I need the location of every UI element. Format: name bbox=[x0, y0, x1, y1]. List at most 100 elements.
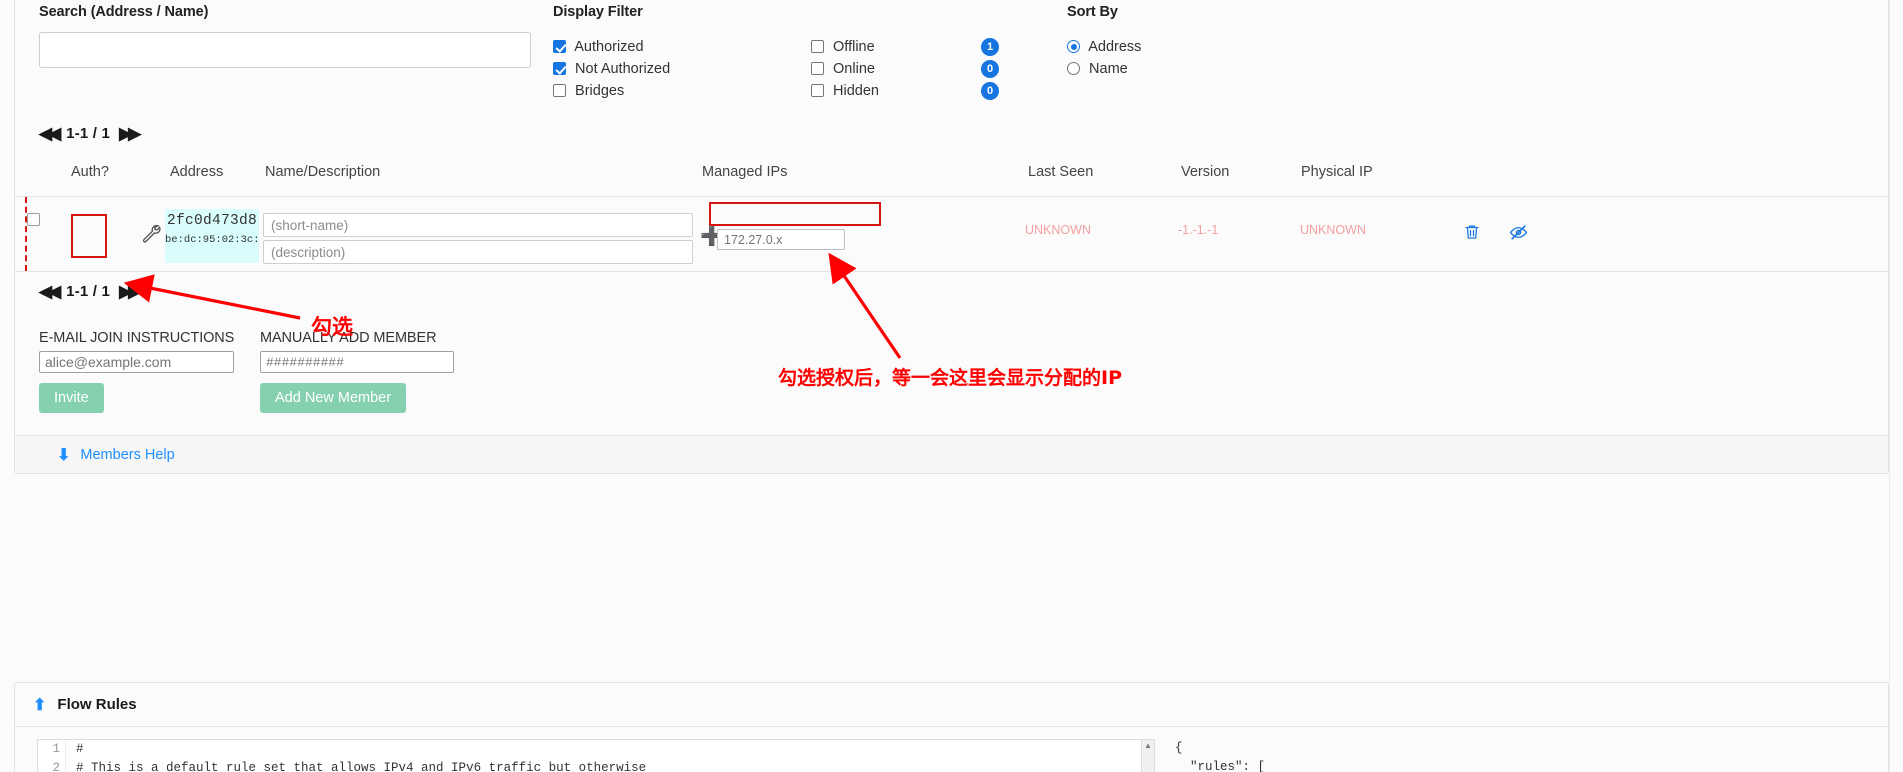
filter-offline[interactable]: Offline bbox=[811, 36, 875, 58]
managed-ip-input[interactable] bbox=[717, 229, 845, 250]
filter-bar: Search (Address / Name) Display Filter A… bbox=[15, 0, 1888, 114]
filter-row-2: Not Authorized Online 0 bbox=[553, 58, 1063, 80]
description-input[interactable] bbox=[263, 240, 693, 264]
flow-rules-editor[interactable]: 1 # 2 # This is a default rule set that al… bbox=[37, 739, 1155, 772]
annotation-label-1: 勾选 bbox=[311, 315, 353, 339]
manual-add-group: MANUALLY ADD MEMBER Add New Member bbox=[260, 330, 454, 413]
node-mac: be:dc:95:02:3c:c bbox=[165, 234, 259, 246]
members-help-link[interactable]: Members Help bbox=[80, 447, 174, 463]
filter-row-3: Bridges Hidden 0 bbox=[553, 80, 1063, 102]
flow-rules-panel: ⬆ Flow Rules 1 # 2 # This is a default rul… bbox=[14, 682, 1889, 772]
email-field[interactable] bbox=[39, 351, 234, 373]
online-count-badge: 0 bbox=[981, 60, 999, 78]
pagination-top: ◀◀ 1-1 / 1 ▶▶ bbox=[15, 114, 1888, 152]
filter-hidden[interactable]: Hidden bbox=[811, 80, 879, 102]
filter-online-checkbox[interactable] bbox=[811, 62, 824, 75]
annotation-label-2: 勾选授权后，等一会这里会显示分配的IP bbox=[778, 367, 1122, 389]
filter-hidden-checkbox[interactable] bbox=[811, 84, 824, 97]
pagination-bottom-text: 1-1 / 1 bbox=[66, 282, 111, 300]
email-label: E-MAIL JOIN INSTRUCTIONS bbox=[39, 330, 235, 346]
display-filter-section: Display Filter Authorized Offline 1 Not … bbox=[553, 4, 1063, 102]
display-filter-options: Authorized Offline 1 Not Authorized Onli… bbox=[553, 36, 1063, 102]
sort-by-name[interactable]: Name bbox=[1067, 58, 1367, 80]
json-line: "rules": [ bbox=[1175, 760, 1266, 772]
flow-rules-body: 1 # 2 # This is a default rule set that al… bbox=[15, 727, 1888, 772]
header-auth: Auth? bbox=[71, 164, 109, 180]
line-number: 2 bbox=[38, 759, 66, 772]
assigned-ip-highlight-box bbox=[709, 202, 881, 226]
down-arrow-icon: ⬇ bbox=[57, 446, 71, 464]
first-page-icon[interactable]: ◀◀ bbox=[39, 125, 61, 142]
hidden-count-badge: 0 bbox=[981, 82, 999, 100]
manual-add-label: MANUALLY ADD MEMBER bbox=[260, 330, 437, 346]
filter-offline-checkbox[interactable] bbox=[811, 40, 824, 53]
header-name-description: Name/Description bbox=[265, 164, 381, 180]
filter-row-1: Authorized Offline 1 bbox=[553, 36, 1063, 58]
filter-not-authorized[interactable]: Not Authorized bbox=[553, 58, 670, 80]
header-managed-ips: Managed IPs bbox=[702, 164, 788, 180]
filter-not-authorized-label: Not Authorized bbox=[575, 61, 671, 77]
members-help-bar: ⬇ Members Help bbox=[15, 435, 1888, 473]
email-invite-group: E-MAIL JOIN INSTRUCTIONS Invite bbox=[39, 330, 234, 413]
filter-hidden-label: Hidden bbox=[833, 83, 879, 99]
pagination-top-text: 1-1 / 1 bbox=[66, 124, 111, 142]
sort-by-name-radio[interactable] bbox=[1067, 62, 1080, 75]
editor-scrollbar[interactable] bbox=[1141, 740, 1154, 772]
line-text: # bbox=[76, 742, 84, 756]
sort-by-label: Sort By bbox=[1067, 4, 1118, 20]
filter-bridges[interactable]: Bridges bbox=[553, 80, 624, 102]
last-page-icon[interactable]: ▶▶ bbox=[119, 125, 141, 142]
sort-by-address[interactable]: Address bbox=[1067, 36, 1367, 58]
member-address-field[interactable] bbox=[260, 351, 454, 373]
address-cell: 2fc0d473d8 be:dc:95:02:3c:c bbox=[165, 209, 259, 263]
invite-button[interactable]: Invite bbox=[39, 383, 104, 413]
node-id: 2fc0d473d8 bbox=[166, 213, 257, 229]
search-section: Search (Address / Name) bbox=[39, 4, 539, 68]
members-panel: Search (Address / Name) Display Filter A… bbox=[14, 0, 1889, 474]
search-input[interactable] bbox=[39, 32, 531, 68]
code-line: 2 # This is a default rule set that allow… bbox=[38, 759, 1154, 772]
sort-by-name-label: Name bbox=[1089, 61, 1128, 77]
flow-rules-header[interactable]: ⬆ Flow Rules bbox=[15, 683, 1888, 727]
wrench-icon[interactable] bbox=[141, 223, 161, 243]
json-line: { bbox=[1175, 741, 1183, 755]
auth-checkbox[interactable] bbox=[27, 213, 40, 226]
trash-icon[interactable] bbox=[1463, 223, 1481, 246]
header-address: Address bbox=[170, 164, 224, 180]
code-line: 1 # bbox=[38, 740, 1154, 759]
physical-ip-value: UNKNOWN bbox=[1300, 223, 1366, 237]
flow-rules-title: Flow Rules bbox=[57, 696, 137, 713]
first-page-icon-bottom[interactable]: ◀◀ bbox=[39, 283, 61, 300]
row-highlight-marker bbox=[25, 197, 27, 271]
short-name-input[interactable] bbox=[263, 213, 693, 237]
filter-online[interactable]: Online bbox=[811, 58, 875, 80]
filter-not-authorized-checkbox[interactable] bbox=[553, 62, 566, 75]
sort-by-options: Address Name bbox=[1067, 36, 1367, 80]
last-page-icon-bottom[interactable]: ▶▶ bbox=[119, 283, 141, 300]
up-arrow-icon: ⬆ bbox=[33, 696, 47, 714]
members-table: Auth? Address Name/Description Managed I… bbox=[15, 152, 1888, 272]
filter-offline-label: Offline bbox=[833, 39, 875, 55]
display-filter-label: Display Filter bbox=[553, 4, 643, 20]
filter-authorized[interactable]: Authorized bbox=[553, 36, 644, 58]
members-page: Search (Address / Name) Display Filter A… bbox=[0, 0, 1903, 772]
eye-slash-icon[interactable] bbox=[1509, 223, 1528, 247]
version-value: -1.-1.-1 bbox=[1178, 223, 1219, 237]
search-label: Search (Address / Name) bbox=[39, 4, 209, 20]
header-version: Version bbox=[1181, 164, 1230, 180]
filter-bridges-label: Bridges bbox=[575, 83, 625, 99]
header-physical-ip: Physical IP bbox=[1301, 164, 1373, 180]
filter-authorized-label: Authorized bbox=[574, 39, 644, 55]
table-row: 2fc0d473d8 be:dc:95:02:3c:c ➕ UNKNOWN -1… bbox=[15, 196, 1888, 272]
filter-authorized-checkbox[interactable] bbox=[553, 40, 566, 53]
filter-online-label: Online bbox=[833, 61, 875, 77]
filter-bridges-checkbox[interactable] bbox=[553, 84, 566, 97]
add-new-member-button[interactable]: Add New Member bbox=[260, 383, 407, 413]
sort-by-address-radio[interactable] bbox=[1067, 40, 1080, 53]
line-text: # This is a default rule set that allows… bbox=[76, 761, 647, 772]
sort-by-section: Sort By Address Name bbox=[1067, 4, 1367, 80]
page-scrollbar[interactable] bbox=[1889, 0, 1903, 772]
flow-rules-json-preview: { "rules": [ bbox=[1175, 739, 1875, 772]
sort-by-address-label: Address bbox=[1088, 39, 1142, 55]
header-last-seen: Last Seen bbox=[1028, 164, 1094, 180]
